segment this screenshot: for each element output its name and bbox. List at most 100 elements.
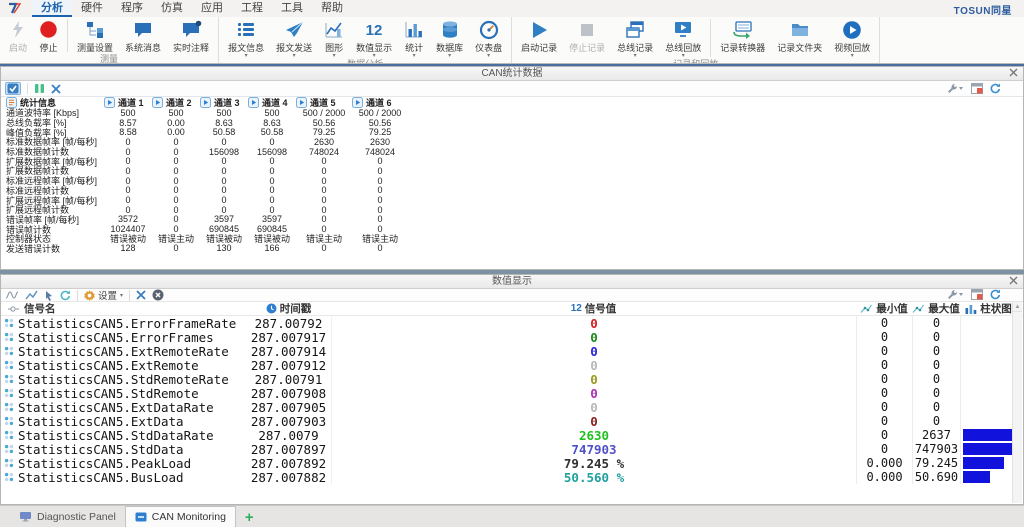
- pause-icon[interactable]: [34, 83, 45, 94]
- signal-value: 50.560 %: [331, 470, 856, 485]
- numeric-panel-title: 数值显示: [492, 276, 532, 287]
- menu-item[interactable]: 应用: [192, 0, 232, 17]
- clear-x-icon[interactable]: [51, 84, 61, 94]
- signal-row[interactable]: StatisticsCAN5.StdRemote287.007908000: [1, 386, 1023, 400]
- stats-row: 扩展数据帧计数000000: [1, 166, 1023, 176]
- ribbon-button[interactable]: 实时注释: [167, 17, 215, 54]
- max-column-header[interactable]: 最大值: [912, 301, 960, 316]
- ribbon-button[interactable]: 报文信息▾: [222, 17, 270, 59]
- wrench-menu-icon[interactable]: [947, 289, 964, 300]
- numeric-panel-titlebar: 数值显示: [1, 275, 1023, 289]
- signal-row[interactable]: StatisticsCAN5.ExtRemote287.007912000: [1, 358, 1023, 372]
- ribbon-button[interactable]: 图形▾: [318, 17, 350, 59]
- video-replay-icon: [842, 19, 862, 40]
- ribbon-button[interactable]: 统计▾: [398, 17, 430, 59]
- signal-row[interactable]: StatisticsCAN5.ExtDataRate287.007905000: [1, 400, 1023, 414]
- add-tab-button[interactable]: +: [236, 508, 263, 527]
- ribbon-button[interactable]: 停止: [33, 17, 64, 54]
- ribbon-button[interactable]: 总线回放▾: [659, 17, 707, 59]
- signal-row-icon: [4, 374, 14, 384]
- trace-icon[interactable]: [5, 290, 19, 300]
- signal-histogram-cell: [960, 358, 1017, 372]
- float-window-icon[interactable]: [971, 83, 983, 94]
- settings-button[interactable]: 设置 ▾: [84, 288, 123, 302]
- signal-row[interactable]: StatisticsCAN5.ErrorFrameRate287.0079200…: [1, 316, 1023, 330]
- signal-min: 0: [856, 372, 912, 386]
- float-window-icon[interactable]: [971, 289, 983, 300]
- workspace-tab[interactable]: CAN Monitoring: [125, 506, 236, 527]
- signal-timestamp: 287.007897: [246, 442, 331, 457]
- ribbon-button[interactable]: 停止记录: [563, 17, 611, 59]
- signal-row[interactable]: StatisticsCAN5.ErrorFrames287.007917000: [1, 330, 1023, 344]
- ribbon-button[interactable]: 总线记录▾: [611, 17, 659, 59]
- signal-value: 0: [331, 344, 856, 359]
- signal-row[interactable]: StatisticsCAN5.BusLoad287.00788250.560 %…: [1, 470, 1023, 484]
- workspace-tab[interactable]: Diagnostic Panel: [10, 507, 125, 526]
- bus-record-icon: [625, 19, 645, 40]
- ribbon-button[interactable]: 视频回放▾: [828, 17, 876, 59]
- live-comment-icon: [181, 19, 202, 40]
- signal-min: 0: [856, 386, 912, 400]
- signal-max: 0: [912, 344, 960, 358]
- signal-value: 0: [331, 386, 856, 401]
- timestamp-column-header[interactable]: 时间戳: [246, 301, 331, 316]
- signal-row[interactable]: StatisticsCAN5.StdDataRate287.0079263002…: [1, 428, 1023, 442]
- value-column-header[interactable]: 12信号值: [331, 301, 856, 316]
- clear-all-icon[interactable]: [152, 289, 164, 301]
- system-message-icon: [133, 19, 153, 40]
- signal-row[interactable]: StatisticsCAN5.PeakLoad287.00789279.245 …: [1, 456, 1023, 470]
- signal-value: 747903: [331, 442, 856, 457]
- menu-item[interactable]: 分析: [32, 0, 72, 17]
- signal-histogram-cell: [960, 344, 1017, 358]
- curve-icon[interactable]: [25, 290, 38, 300]
- signal-name: StatisticsCAN5.StdRemoteRate: [18, 372, 229, 387]
- wrench-menu-icon[interactable]: [947, 83, 964, 94]
- refresh-icon[interactable]: [990, 289, 1001, 300]
- vertical-scrollbar[interactable]: ▲: [1012, 302, 1022, 503]
- menu-item[interactable]: 仿真: [152, 0, 192, 17]
- ribbon-button[interactable]: 仪表盘▾: [469, 17, 508, 59]
- numeric-close-icon[interactable]: [1009, 276, 1018, 285]
- signal-histogram-cell: [960, 442, 1017, 456]
- refresh-icon[interactable]: [990, 83, 1001, 94]
- stats-enable-toggle[interactable]: [5, 82, 21, 95]
- stats-close-icon[interactable]: [1009, 68, 1018, 77]
- scroll-up-icon[interactable]: ▲: [1013, 302, 1022, 312]
- min-column-header[interactable]: 最小值: [856, 301, 912, 316]
- menu-item[interactable]: 工具: [272, 0, 312, 17]
- ribbon-button[interactable]: 记录文件夹: [771, 17, 828, 59]
- signal-row[interactable]: StatisticsCAN5.ExtRemoteRate287.00791400…: [1, 344, 1023, 358]
- signal-row[interactable]: StatisticsCAN5.StdRemoteRate287.00791000: [1, 372, 1023, 386]
- menu-item[interactable]: 硬件: [72, 0, 112, 17]
- cursor-icon[interactable]: [44, 290, 54, 301]
- ribbon-button[interactable]: 数据库▾: [430, 17, 469, 59]
- channel-play-icon: [352, 97, 363, 108]
- signal-histogram-cell: [960, 330, 1017, 344]
- ribbon-button[interactable]: 启动记录: [515, 17, 563, 59]
- statistics-icon: [404, 19, 424, 40]
- ribbon-button[interactable]: 报文发送▾: [270, 17, 318, 59]
- signal-row[interactable]: StatisticsCAN5.StdData287.00789774790307…: [1, 442, 1023, 456]
- signal-row-icon: [4, 430, 14, 440]
- measure-settings-icon: [85, 19, 105, 40]
- signal-row[interactable]: StatisticsCAN5.ExtData287.007903000: [1, 414, 1023, 428]
- sync-icon[interactable]: [60, 290, 71, 301]
- ribbon-button[interactable]: 记录转换器: [714, 17, 771, 59]
- stats-row: 扩展数据帧率 [帧/每秒]000000: [1, 156, 1023, 166]
- ribbon-button[interactable]: 系统消息: [119, 17, 167, 54]
- delete-x-icon[interactable]: [136, 290, 146, 300]
- toolbar-separator: [129, 290, 130, 301]
- signal-name-column-header[interactable]: 信号名: [1, 301, 246, 316]
- menu-item[interactable]: 程序: [112, 0, 152, 17]
- signal-histogram-cell: [960, 414, 1017, 428]
- signal-table-header: 信号名时间戳12信号值最小值最大值柱状图: [1, 302, 1023, 316]
- ribbon-button[interactable]: 12数值显示▾: [350, 17, 398, 59]
- menu-item[interactable]: 工程: [232, 0, 272, 17]
- signal-value: 0: [331, 358, 856, 373]
- menu-item[interactable]: 帮助: [312, 0, 352, 17]
- scatter-icon: [912, 304, 925, 314]
- histogram-column-header[interactable]: 柱状图: [960, 301, 1017, 316]
- ribbon-button[interactable]: 启动: [3, 17, 33, 54]
- ribbon-button[interactable]: 测量设置: [71, 17, 119, 54]
- gear-icon: [84, 290, 95, 301]
